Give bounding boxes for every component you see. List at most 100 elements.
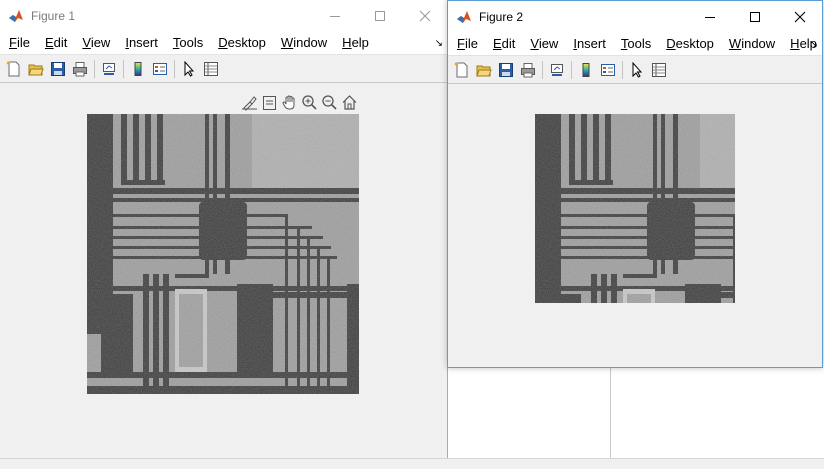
menu-tools[interactable]: Tools	[614, 36, 659, 51]
property-inspector-icon	[204, 62, 218, 76]
axes-toolbar	[240, 93, 359, 112]
figure-2-window[interactable]: Figure 2 File Edit View Insert Tools Des…	[447, 0, 823, 368]
zoom-in-button[interactable]	[300, 93, 319, 112]
toolbar-separator	[542, 61, 543, 79]
brush-button[interactable]	[240, 93, 259, 112]
insert-colorbar-icon	[582, 63, 590, 77]
insert-legend-button[interactable]	[149, 58, 171, 80]
link-plot-icon	[103, 63, 115, 75]
save-icon	[51, 62, 65, 76]
save-icon	[499, 63, 513, 77]
menu-desktop[interactable]: Desktop	[211, 35, 274, 50]
edit-plot-button[interactable]	[178, 58, 200, 80]
menu-file[interactable]: File	[2, 35, 38, 50]
edit-plot-icon	[184, 61, 195, 77]
insert-legend-button[interactable]	[597, 59, 619, 81]
figure-image	[535, 114, 735, 303]
toolbar-separator	[571, 61, 572, 79]
data-tips-button[interactable]	[260, 93, 279, 112]
maximize-button[interactable]	[732, 1, 777, 32]
maximize-button[interactable]	[357, 0, 402, 31]
toolbar-separator	[174, 60, 175, 78]
close-icon	[794, 11, 805, 22]
taskbar-edge	[0, 458, 824, 469]
close-button[interactable]	[402, 0, 447, 31]
link-plot-icon	[551, 64, 563, 76]
save-button[interactable]	[47, 58, 69, 80]
insert-colorbar-button[interactable]	[575, 59, 597, 81]
menu-file[interactable]: File	[450, 36, 486, 51]
toolbar-separator	[123, 60, 124, 78]
new-figure-icon	[454, 62, 468, 78]
print-button[interactable]	[69, 58, 91, 80]
open-file-icon	[476, 65, 492, 77]
insert-legend-icon	[601, 64, 615, 76]
toolbar-separator	[94, 60, 95, 78]
open-file-button[interactable]	[473, 59, 495, 81]
print-button[interactable]	[517, 59, 539, 81]
save-button[interactable]	[495, 59, 517, 81]
toolbar-separator	[622, 61, 623, 79]
title-bar[interactable]: Figure 2	[448, 1, 822, 32]
new-figure-button[interactable]	[451, 59, 473, 81]
data-tips-icon	[263, 96, 276, 110]
menu-overflow-icon[interactable]: ↘	[435, 38, 443, 49]
pan-button[interactable]	[280, 93, 299, 112]
window-title: Figure 1	[31, 8, 76, 23]
menu-tools[interactable]: Tools	[166, 35, 211, 50]
maximize-icon	[749, 11, 760, 22]
edit-plot-button[interactable]	[626, 59, 648, 81]
menu-overflow-icon[interactable]: ↘	[810, 39, 818, 50]
desktop-divider	[610, 368, 611, 458]
menu-insert[interactable]: Insert	[566, 36, 614, 51]
menu-view[interactable]: View	[523, 36, 566, 51]
minimize-icon	[704, 16, 715, 18]
open-file-icon	[28, 64, 44, 76]
menu-help[interactable]: Help	[335, 35, 377, 50]
minimize-icon	[329, 15, 340, 17]
zoom-out-button[interactable]	[320, 93, 339, 112]
open-file-button[interactable]	[25, 58, 47, 80]
property-inspector-icon	[652, 63, 666, 77]
pan-icon	[282, 95, 295, 110]
menu-edit[interactable]: Edit	[38, 35, 75, 50]
menu-view[interactable]: View	[75, 35, 118, 50]
menu-edit[interactable]: Edit	[486, 36, 523, 51]
edit-plot-icon	[632, 62, 643, 78]
zoom-out-icon	[322, 95, 337, 110]
figure-toolbar	[0, 56, 447, 83]
minimize-button[interactable]	[687, 1, 732, 32]
brush-icon	[242, 96, 257, 111]
zoom-in-icon	[302, 95, 317, 110]
menu-bar: File Edit View Insert Tools Desktop Wind…	[0, 31, 447, 55]
restore-view-button[interactable]	[340, 93, 359, 112]
close-button[interactable]	[777, 1, 822, 32]
property-inspector-button[interactable]	[200, 58, 222, 80]
property-inspector-button[interactable]	[648, 59, 670, 81]
menu-window[interactable]: Window	[722, 36, 783, 51]
new-figure-icon	[6, 61, 20, 77]
close-icon	[419, 10, 430, 21]
insert-colorbar-button[interactable]	[127, 58, 149, 80]
insert-colorbar-icon	[134, 62, 142, 76]
menu-bar: File Edit View Insert Tools Desktop Wind…	[448, 32, 822, 56]
link-plot-button[interactable]	[546, 59, 568, 81]
matlab-icon	[8, 8, 24, 24]
matlab-icon	[456, 9, 472, 25]
menu-desktop[interactable]: Desktop	[659, 36, 722, 51]
window-title: Figure 2	[479, 9, 524, 24]
print-icon	[521, 63, 535, 78]
insert-legend-icon	[153, 63, 167, 75]
figure-toolbar	[448, 57, 822, 84]
link-plot-button[interactable]	[98, 58, 120, 80]
minimize-button[interactable]	[312, 0, 357, 31]
new-figure-button[interactable]	[3, 58, 25, 80]
menu-window[interactable]: Window	[274, 35, 335, 50]
menu-insert[interactable]: Insert	[118, 35, 166, 50]
figure-image	[87, 114, 359, 394]
restore-view-icon	[342, 95, 357, 110]
title-bar[interactable]: Figure 1	[0, 0, 447, 31]
print-icon	[73, 62, 87, 77]
maximize-icon	[374, 10, 385, 21]
figure-1-window[interactable]: Figure 1 File Edit View Insert Tools Des…	[0, 0, 448, 458]
